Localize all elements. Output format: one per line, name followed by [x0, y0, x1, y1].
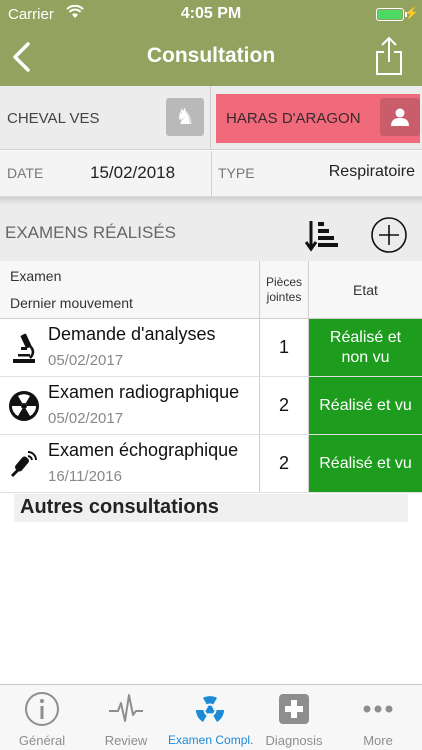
tab-examen-compl[interactable]: Examen Compl. [168, 685, 254, 750]
tab-bar: Général Review Examen Compl. Diagnosis M… [0, 684, 422, 750]
exam-name: Examen échographique [48, 440, 239, 460]
radiation-icon [8, 389, 40, 423]
horse-cell: CHEVAL VES ♞ [0, 86, 211, 150]
type-value: Respiratoire [328, 163, 415, 180]
tab-review[interactable]: Review [84, 685, 168, 750]
horse-head-icon: ♞ [175, 104, 195, 129]
column-header-mouvement: Dernier mouvement [10, 295, 133, 311]
status-badge: Réalisé et vu [309, 435, 422, 492]
horse-button[interactable]: ♞ [166, 98, 204, 136]
tab-more[interactable]: More [336, 685, 420, 750]
pulse-icon [108, 691, 144, 727]
exam-date: 05/02/2017 [48, 410, 124, 427]
exam-list: Demande d'analyses 05/02/2017 1 Réalisé … [0, 319, 422, 493]
sort-descending-icon [304, 221, 338, 252]
header-bar: Carrier 4:05 PM ⚡ Consultation [0, 0, 422, 86]
battery-icon [376, 8, 404, 21]
plus-circle-icon [371, 217, 407, 253]
tab-label: More [363, 733, 393, 748]
share-icon [376, 36, 402, 75]
status-badge: Réalisé et non vu [309, 319, 422, 376]
status-bar: Carrier 4:05 PM ⚡ [0, 0, 422, 30]
column-header-examen: Examen [10, 268, 62, 284]
exam-name: Demande d'analyses [48, 324, 216, 344]
tab-label: Diagnosis [265, 733, 323, 748]
status-badge: Réalisé et vu [309, 377, 422, 434]
exam-date: 16/11/2016 [48, 468, 122, 485]
exams-section-header: EXAMENS RÉALISÉS [0, 205, 422, 261]
owner-name: HARAS D'ARAGON [226, 110, 361, 127]
page-title: Consultation [146, 44, 276, 67]
attachments-count: 1 [259, 319, 309, 376]
more-icon [360, 691, 396, 727]
attachments-count: 2 [259, 435, 309, 492]
exam-name: Examen radiographique [48, 382, 240, 402]
sort-button[interactable] [304, 218, 339, 252]
section-title: EXAMENS RÉALISÉS [5, 223, 177, 242]
owner-button[interactable] [380, 98, 420, 136]
table-row[interactable]: Examen échographique 16/11/2016 2 Réalis… [0, 435, 422, 493]
other-consultations-header: Autres consultations [14, 494, 408, 522]
type-label: TYPE [218, 165, 255, 181]
table-header: Examen Dernier mouvement Pièces jointes … [0, 261, 422, 319]
ultrasound-probe-icon [8, 447, 40, 481]
horse-owner-row: CHEVAL VES ♞ HARAS D'ARAGON [0, 86, 422, 150]
clock: 4:05 PM [180, 5, 242, 22]
medical-cross-icon [276, 691, 312, 727]
date-label: DATE [7, 165, 44, 181]
date-type-row: DATE 15/02/2018 TYPE Respiratoire [0, 151, 422, 197]
charging-icon: ⚡ [404, 6, 419, 20]
tab-general[interactable]: Général [0, 685, 84, 750]
radiation-icon [192, 691, 228, 727]
share-button[interactable] [374, 36, 404, 76]
info-icon [24, 691, 60, 727]
tab-label: Général [18, 733, 66, 748]
table-row[interactable]: Examen radiographique 05/02/2017 2 Réali… [0, 377, 422, 435]
column-header-pieces: Pièces jointes [259, 261, 309, 318]
other-consultations-title: Autres consultations [20, 496, 219, 518]
owner-cell[interactable]: HARAS D'ARAGON [216, 94, 420, 143]
add-exam-button[interactable] [370, 216, 408, 254]
date-value: 15/02/2018 [90, 163, 176, 182]
horse-name: CHEVAL VES [7, 110, 100, 127]
tab-diagnosis[interactable]: Diagnosis [252, 685, 336, 750]
table-row[interactable]: Demande d'analyses 05/02/2017 1 Réalisé … [0, 319, 422, 377]
divider [0, 197, 422, 205]
column-header-etat: Etat [353, 282, 378, 298]
microscope-icon [8, 331, 40, 365]
tab-label: Review [104, 733, 148, 748]
tab-label: Examen Compl. [168, 733, 254, 747]
attachments-count: 2 [259, 377, 309, 434]
exam-date: 05/02/2017 [48, 352, 124, 369]
person-icon [391, 108, 409, 126]
